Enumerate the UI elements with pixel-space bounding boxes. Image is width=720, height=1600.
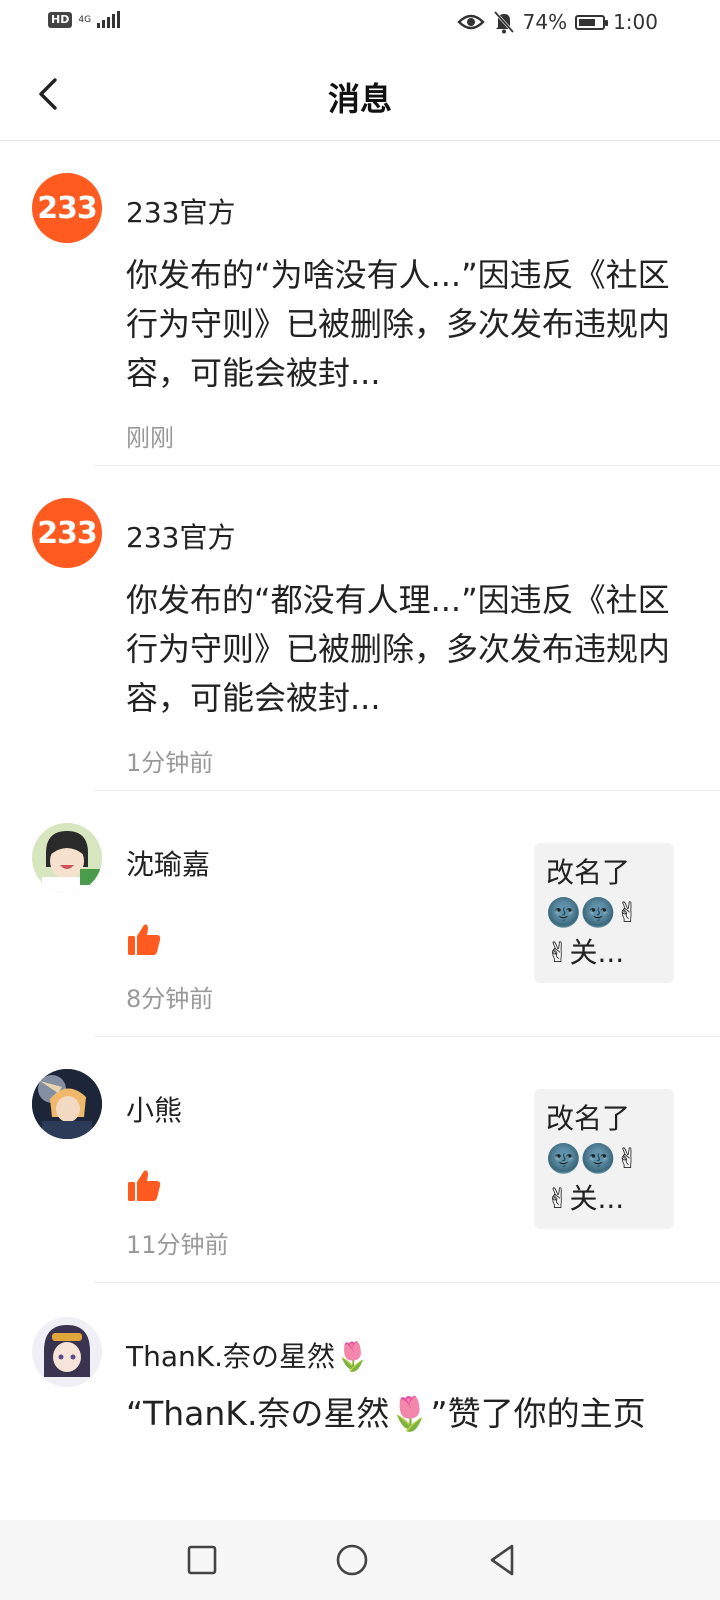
battery-percent: 74% (522, 10, 568, 34)
navigation-bar (0, 1520, 720, 1600)
message-item[interactable]: 233 233官方 你发布的“为啥没有人...”因违反《社区行为守则》已被删除，… (0, 141, 720, 466)
signal-icon (97, 11, 121, 28)
like-icon (126, 923, 162, 961)
app-header: 消息 (0, 50, 720, 141)
sender-name: ThanK.奈の星然🌷 (126, 1340, 370, 1373)
hd-badge: HD (48, 12, 73, 28)
battery-icon (575, 14, 609, 30)
bell-muted-icon (493, 10, 514, 34)
sender-name: 233官方 (126, 196, 236, 229)
thumbnail-text: 改名了🌚🌚✌✌关... (546, 1102, 640, 1215)
clock: 1:00 (613, 10, 658, 34)
message-item[interactable]: 小熊 11分钟前 改名了🌚🌚✌✌关... (0, 1037, 720, 1283)
message-content: 你发布的“为啥没有人...”因违反《社区行为守则》已被删除，多次发布违规内容，可… (126, 256, 671, 392)
square-icon (187, 1545, 217, 1575)
status-bar: HD 4G 74% 1:00 (0, 0, 720, 50)
sender-name: 233官方 (126, 521, 236, 554)
battery-fill (579, 18, 596, 26)
message-time: 11分钟前 (126, 1231, 229, 1259)
back-nav-button[interactable] (484, 1542, 520, 1578)
eye-icon (456, 14, 485, 30)
message-list: 233 233官方 你发布的“为啥没有人...”因违反《社区行为守则》已被删除，… (0, 141, 720, 1523)
page-title: 消息 (327, 80, 392, 118)
network-type: 4G (78, 14, 92, 25)
status-right: 74% 1:00 (456, 10, 658, 34)
triangle-back-icon (490, 1544, 514, 1576)
message-item[interactable]: ThanK.奈の星然🌷 “ThanK.奈の星然🌷”赞了你的主页 (0, 1283, 720, 1523)
circle-icon (336, 1544, 368, 1576)
thumbnail-text: 改名了🌚🌚✌✌关... (546, 856, 640, 969)
post-thumbnail[interactable]: 改名了🌚🌚✌✌关... (534, 1089, 674, 1229)
network-label: 4G (78, 14, 92, 25)
home-button[interactable] (334, 1542, 370, 1578)
recents-button[interactable] (184, 1542, 220, 1578)
status-left: HD 4G (48, 11, 121, 28)
post-thumbnail[interactable]: 改名了🌚🌚✌✌关... (534, 843, 674, 983)
message-content: “ThanK.奈の星然🌷”赞了你的主页 (126, 1394, 646, 1433)
message-item[interactable]: 沈瑜嘉 8分钟前 改名了🌚🌚✌✌关... (0, 791, 720, 1037)
message-time: 刚刚 (126, 424, 174, 452)
like-icon (126, 1169, 162, 1207)
message-time: 1分钟前 (126, 749, 214, 777)
message-time: 8分钟前 (126, 985, 214, 1013)
message-content: 你发布的“都没有人理...”因违反《社区行为守则》已被删除，多次发布违规内容，可… (126, 581, 671, 717)
message-item[interactable]: 233 233官方 你发布的“都没有人理...”因违反《社区行为守则》已被删除，… (0, 466, 720, 791)
